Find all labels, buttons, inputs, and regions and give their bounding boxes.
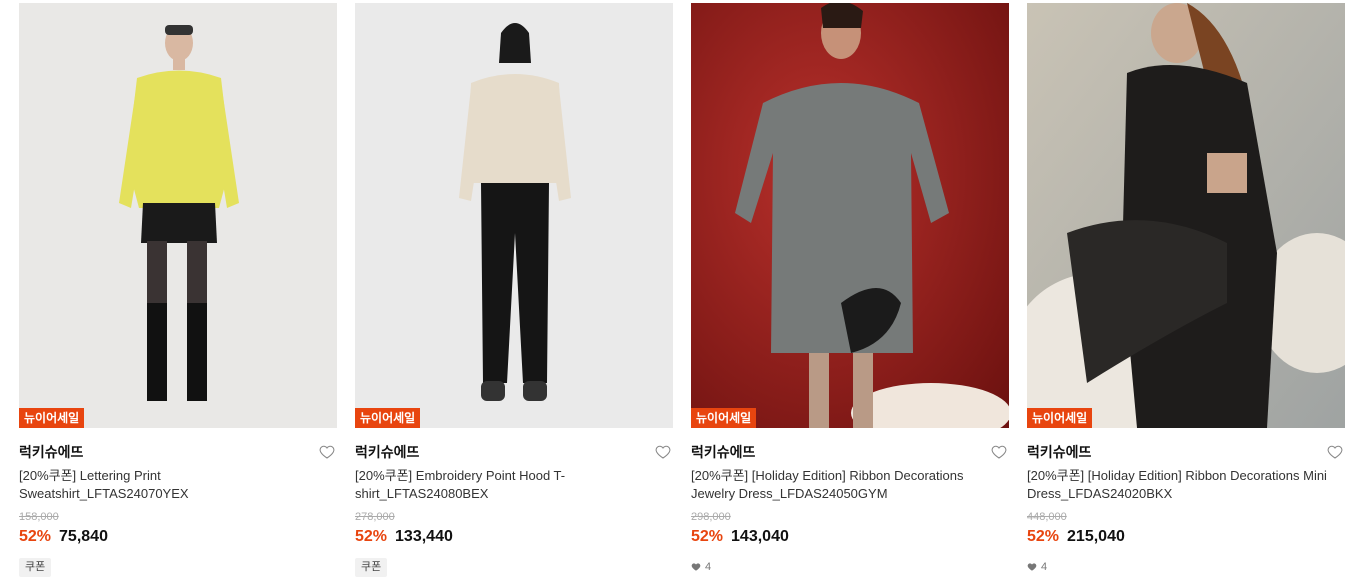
sale-price: 215,040 <box>1067 528 1125 545</box>
price-row: 52% 133,440 <box>355 528 453 546</box>
heart-icon[interactable] <box>319 444 335 460</box>
sale-price: 143,040 <box>731 528 789 545</box>
model-figure <box>1027 3 1345 428</box>
heart-icon[interactable] <box>991 444 1007 460</box>
discount-rate: 52% <box>691 528 724 545</box>
brand-name[interactable]: 럭키슈에뜨 <box>1027 444 1091 460</box>
original-price: 278,000 <box>355 511 395 523</box>
product-image[interactable]: 뉴이어세일 <box>1027 3 1345 428</box>
like-count: 4 <box>1027 561 1047 573</box>
discount-rate: 52% <box>1027 528 1060 545</box>
brand-name[interactable]: 럭키슈에뜨 <box>691 444 755 460</box>
brand-name[interactable]: 럭키슈에뜨 <box>19 444 83 460</box>
product-image[interactable]: 뉴이어세일 <box>355 3 673 428</box>
product-card[interactable]: 뉴이어세일 럭키슈에뜨 [20%쿠폰] [Holiday Edition] Ri… <box>1027 3 1345 573</box>
like-count: 4 <box>691 561 711 573</box>
product-title[interactable]: [20%쿠폰] [Holiday Edition] Ribbon Decorat… <box>691 467 991 503</box>
product-title[interactable]: [20%쿠폰] [Holiday Edition] Ribbon Decorat… <box>1027 467 1327 503</box>
coupon-chip: 쿠폰 <box>355 558 388 577</box>
product-title[interactable]: [20%쿠폰] Lettering Print Sweatshirt_LFTAS… <box>19 467 319 503</box>
like-count-value: 4 <box>1041 561 1048 573</box>
product-card[interactable]: 뉴이어세일 럭키슈에뜨 [20%쿠폰] Embroidery Point Hoo… <box>355 3 673 577</box>
product-grid: 뉴이어세일 럭키슈에뜨 [20%쿠폰] Lettering Print Swea… <box>0 0 1349 588</box>
heart-filled-icon <box>691 563 701 571</box>
price-row: 52% 143,040 <box>691 528 789 546</box>
price-row: 52% 75,840 <box>19 528 108 546</box>
model-figure <box>19 3 337 428</box>
model-figure <box>691 3 1009 428</box>
like-count-value: 4 <box>705 561 712 573</box>
original-price: 448,000 <box>1027 511 1067 523</box>
product-card[interactable]: 뉴이어세일 럭키슈에뜨 [20%쿠폰] [Holiday Edition] Ri… <box>691 3 1009 573</box>
product-card[interactable]: 뉴이어세일 럭키슈에뜨 [20%쿠폰] Lettering Print Swea… <box>19 3 337 577</box>
product-image[interactable]: 뉴이어세일 <box>19 3 337 428</box>
model-figure <box>355 3 673 428</box>
original-price: 158,000 <box>19 511 59 523</box>
heart-icon[interactable] <box>655 444 671 460</box>
sale-price: 75,840 <box>59 528 108 545</box>
sale-badge: 뉴이어세일 <box>355 408 421 428</box>
product-title[interactable]: [20%쿠폰] Embroidery Point Hood T-shirt_LF… <box>355 467 655 503</box>
price-row: 52% 215,040 <box>1027 528 1125 546</box>
discount-rate: 52% <box>19 528 52 545</box>
sale-badge: 뉴이어세일 <box>691 408 757 428</box>
sale-badge: 뉴이어세일 <box>1027 408 1093 428</box>
heart-icon[interactable] <box>1327 444 1343 460</box>
product-image[interactable]: 뉴이어세일 <box>691 3 1009 428</box>
brand-name[interactable]: 럭키슈에뜨 <box>355 444 419 460</box>
sale-badge: 뉴이어세일 <box>19 408 85 428</box>
original-price: 298,000 <box>691 511 731 523</box>
sale-price: 133,440 <box>395 528 453 545</box>
coupon-chip: 쿠폰 <box>19 558 52 577</box>
discount-rate: 52% <box>355 528 388 545</box>
heart-filled-icon <box>1027 563 1037 571</box>
